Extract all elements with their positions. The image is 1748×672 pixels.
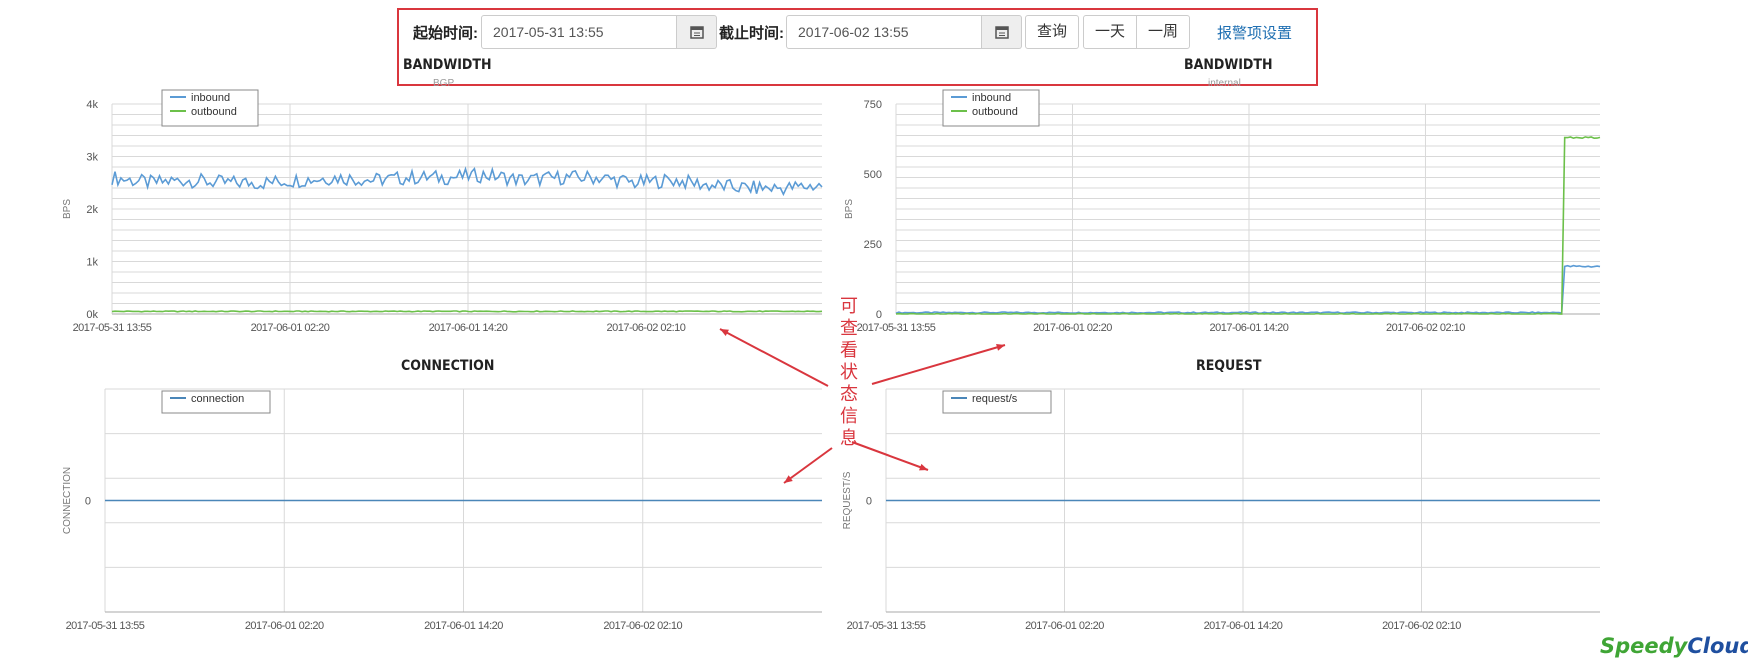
x-tick-label: 2017-06-02 02:10: [603, 620, 682, 632]
x-tick-label: 2017-06-01 14:20: [1204, 620, 1283, 632]
arrow-head: [919, 463, 928, 471]
y-tick-label: 0k: [86, 309, 98, 321]
x-tick-label: 2017-05-31 13:55: [847, 620, 926, 632]
x-tick-label: 2017-06-01 14:20: [429, 322, 508, 334]
x-tick-label: 2017-05-31 13:55: [73, 322, 152, 334]
x-tick-label: 2017-05-31 13:55: [66, 620, 145, 632]
x-tick-label: 2017-06-01 02:20: [1025, 620, 1104, 632]
x-tick-label: 2017-06-02 02:10: [1386, 322, 1465, 334]
x-tick-label: 2017-06-01 02:20: [251, 322, 330, 334]
y-tick-label: 0: [866, 496, 872, 508]
logo-speedy: Speedy: [1600, 634, 1688, 658]
chart-panel-3: 2017-05-31 13:55 2017-06-01 02:20 2017-06-…: [842, 388, 1600, 632]
series-line-outbound: [895, 136, 1601, 315]
series-line-inbound: [895, 264, 1601, 315]
arrow-line: [871, 344, 1006, 385]
bandwidth-bgp-chart: 2017-05-31 13:55 2017-06-01 02:20 2017-06-…: [62, 89, 1601, 632]
legend-label: outbound: [191, 106, 237, 118]
y-tick-label: 0: [85, 496, 91, 508]
arrow-line: [719, 328, 829, 387]
speedycloud-logo: SpeedyCloud®: [1600, 634, 1748, 658]
x-tick-label: 2017-06-01 14:20: [424, 620, 503, 632]
legend-label: inbound: [972, 92, 1011, 104]
chart-panel-2: 2017-05-31 13:55 2017-06-01 02:20 2017-06-…: [62, 388, 822, 632]
logo-cloud: Cloud: [1687, 634, 1748, 658]
series-line-inbound: [111, 166, 823, 197]
x-tick-label: 2017-06-02 02:10: [607, 322, 686, 334]
y-tick-label: 250: [864, 239, 882, 251]
y-tick-label: 2k: [86, 204, 98, 216]
y-tick-label: 750: [864, 99, 882, 111]
x-tick-label: 2017-05-31 13:55: [857, 322, 936, 334]
x-tick-label: 2017-06-01 14:20: [1210, 322, 1289, 334]
legend-label: request/s: [972, 393, 1018, 405]
y-tick-label: 0: [876, 309, 882, 321]
legend-label: inbound: [191, 92, 230, 104]
x-tick-label: 2017-06-02 02:10: [1382, 620, 1461, 632]
arrow-line: [851, 441, 929, 471]
y-tick-label: 4k: [86, 99, 98, 111]
arrow-head: [996, 343, 1005, 351]
y-axis-label: REQUEST/S: [842, 471, 853, 529]
y-axis-label: CONNECTION: [62, 467, 73, 534]
annotation-char: 息: [840, 428, 858, 448]
y-tick-label: 1k: [86, 257, 98, 269]
x-tick-label: 2017-06-01 02:20: [245, 620, 324, 632]
y-axis-label: BPS: [844, 199, 855, 219]
chart-panel-1: 2017-05-31 13:55 2017-06-01 02:20 2017-06-…: [844, 89, 1601, 334]
series-line-outbound: [111, 310, 823, 313]
chart-panel-0: 2017-05-31 13:55 2017-06-01 02:20 2017-06-…: [62, 89, 823, 334]
legend-label: connection: [191, 393, 244, 405]
y-tick-label: 3k: [86, 152, 98, 164]
y-axis-label: BPS: [62, 199, 73, 219]
x-tick-label: 2017-06-01 02:20: [1033, 322, 1112, 334]
y-tick-label: 500: [864, 169, 882, 181]
legend-label: outbound: [972, 106, 1018, 118]
